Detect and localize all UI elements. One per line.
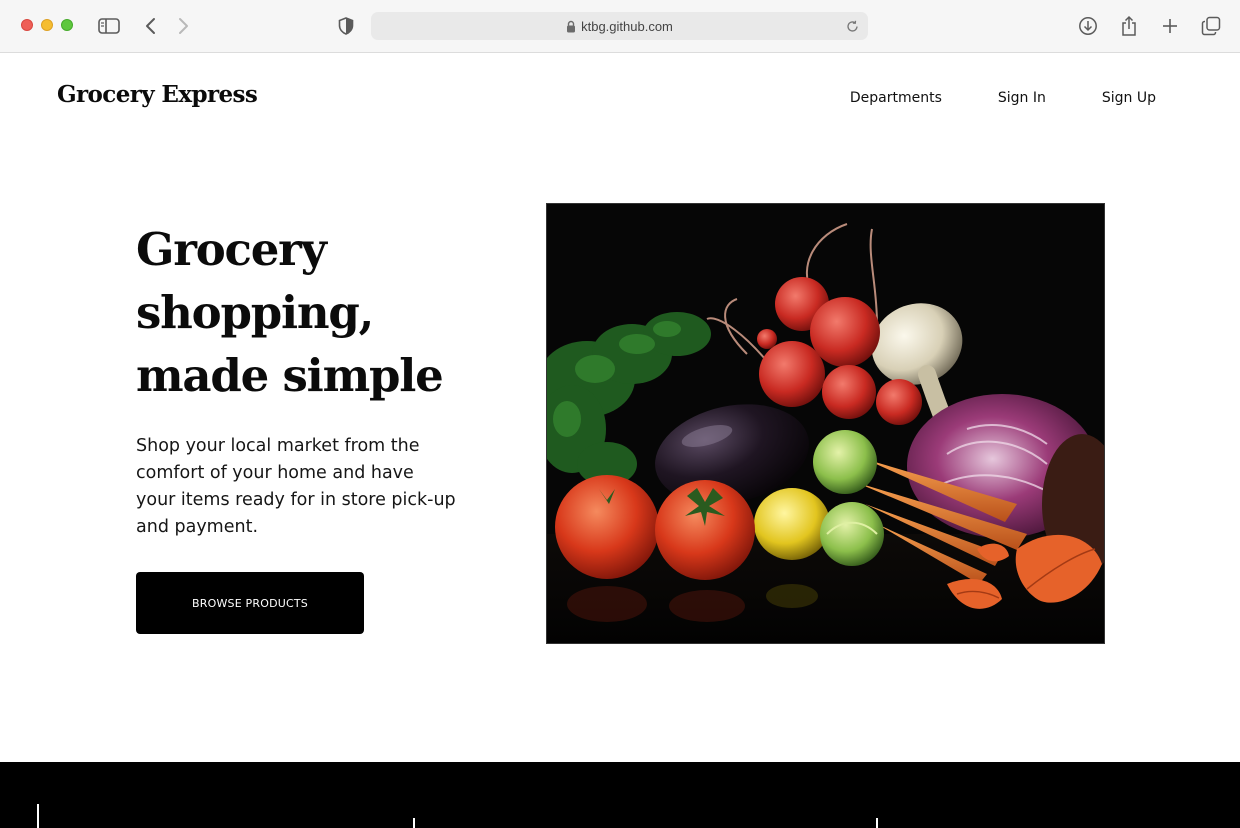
tabs-icon: [1201, 16, 1221, 36]
reload-button[interactable]: [840, 14, 864, 38]
browser-toolbar: ktbg.github.com: [0, 0, 1240, 53]
share-icon: [1122, 15, 1136, 36]
hero-vegetables-image: [546, 203, 1105, 644]
downloads-button[interactable]: [1075, 14, 1101, 38]
shield-icon: [338, 17, 354, 35]
minimize-window-button[interactable]: [41, 19, 53, 31]
browse-products-button[interactable]: BROWSE PRODUCTS: [136, 572, 364, 634]
tab-overview-button[interactable]: [1198, 14, 1224, 38]
share-button[interactable]: [1116, 14, 1142, 38]
hero-title: Grocery shopping, made simple: [136, 218, 476, 407]
footer-divider: [413, 818, 415, 828]
nav-sign-up-link[interactable]: Sign Up: [1102, 90, 1156, 106]
plus-icon: [1163, 19, 1177, 33]
hero-title-line: made simple: [136, 349, 444, 402]
hero-title-line: shopping,: [136, 286, 374, 339]
back-button[interactable]: [138, 14, 164, 38]
hero-subtitle: Shop your local market from the comfort …: [136, 436, 456, 537]
reload-icon: [846, 20, 858, 32]
url-text: ktbg.github.com: [581, 18, 673, 34]
footer-divider: [37, 804, 39, 828]
site-header: Grocery Express Departments Sign In Sign…: [0, 53, 1240, 143]
nav-departments-link[interactable]: Departments: [850, 90, 942, 106]
zoom-window-button[interactable]: [61, 19, 73, 31]
forward-icon: [179, 18, 188, 34]
sidebar-icon: [98, 18, 120, 34]
nav-sign-in-link[interactable]: Sign In: [998, 90, 1046, 106]
footer-section: [0, 762, 1240, 828]
forward-button[interactable]: [170, 14, 196, 38]
site-logo[interactable]: Grocery Express: [57, 81, 258, 108]
new-tab-button[interactable]: [1157, 14, 1183, 38]
download-icon: [1079, 17, 1097, 35]
address-bar[interactable]: ktbg.github.com: [371, 12, 868, 40]
footer-divider: [876, 818, 878, 828]
window-controls: [21, 19, 73, 31]
privacy-report-button[interactable]: [333, 14, 359, 38]
close-window-button[interactable]: [21, 19, 33, 31]
vegetables-illustration: [547, 204, 1104, 643]
back-icon: [146, 18, 155, 34]
sidebar-toggle-button[interactable]: [96, 14, 122, 38]
lock-icon: [567, 20, 576, 32]
main-nav: Departments Sign In Sign Up: [850, 90, 1156, 106]
hero-title-line: Grocery: [136, 223, 327, 276]
